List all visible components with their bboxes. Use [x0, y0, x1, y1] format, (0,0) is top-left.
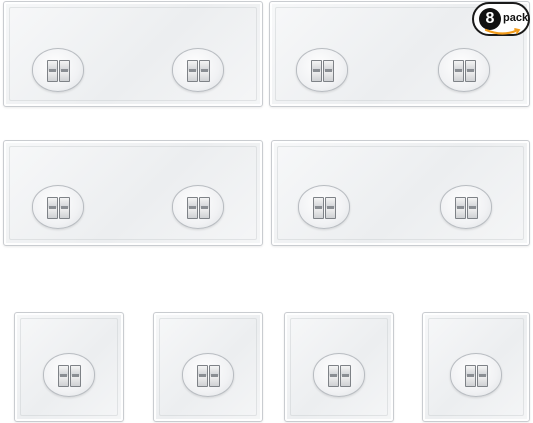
adhesive-hook-icon	[450, 353, 502, 397]
adhesive-hook-icon	[43, 353, 95, 397]
adhesive-hook-icon	[32, 185, 84, 229]
square-pad-3	[284, 312, 394, 422]
adhesive-hook-icon	[296, 48, 348, 92]
smile-arrow-icon	[484, 28, 521, 35]
square-pad-2	[153, 312, 263, 422]
adhesive-hook-icon	[440, 185, 492, 229]
adhesive-hook-icon	[438, 48, 490, 92]
pack-count: 8	[479, 8, 501, 30]
adhesive-hook-icon	[32, 48, 84, 92]
rect-pad-4	[271, 140, 530, 246]
adhesive-hook-icon	[298, 185, 350, 229]
adhesive-hook-icon	[182, 353, 234, 397]
adhesive-hook-icon	[313, 353, 365, 397]
pack-label: pack	[503, 12, 529, 24]
adhesive-hook-icon	[172, 185, 224, 229]
square-pad-1	[14, 312, 124, 422]
rect-pad-3	[3, 140, 263, 246]
adhesive-hook-icon	[172, 48, 224, 92]
rect-pad-1	[3, 1, 263, 107]
square-pad-4	[422, 312, 530, 422]
pack-count-badge: 8 pack	[472, 2, 530, 36]
